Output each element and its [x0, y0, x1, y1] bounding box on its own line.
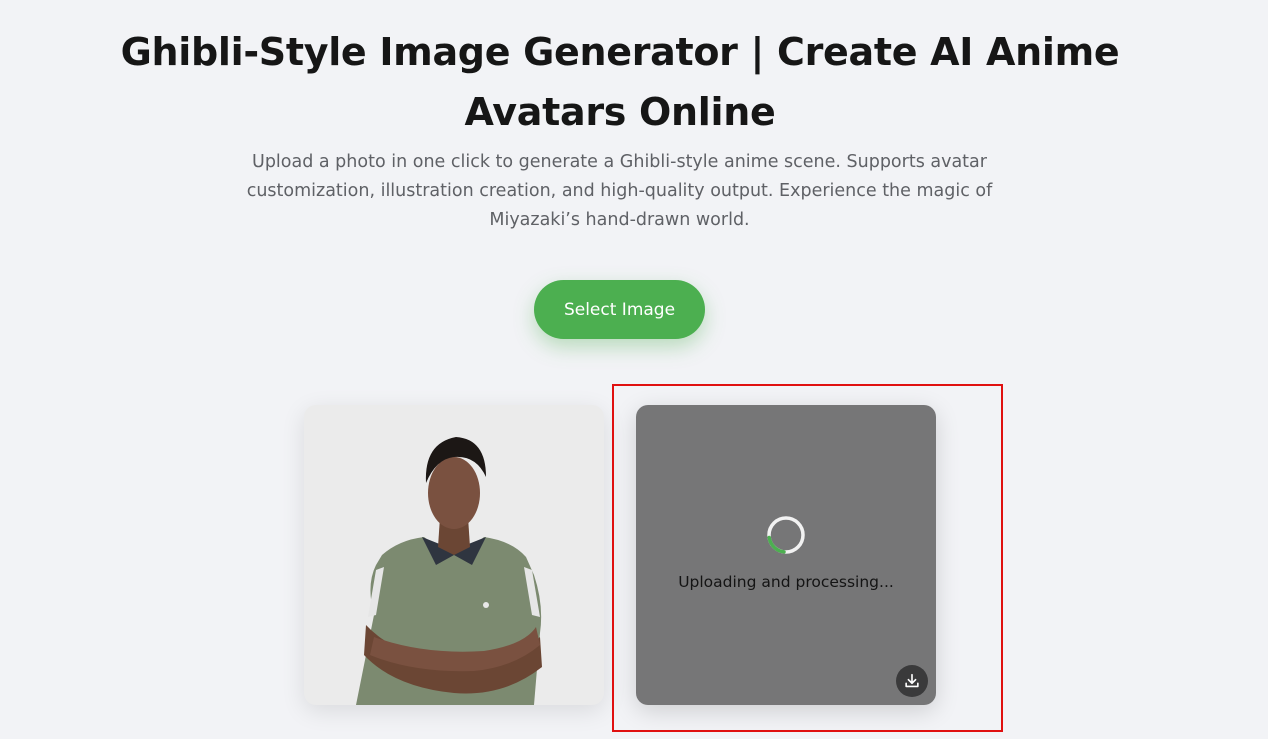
result-card: Uploading and processing... — [636, 405, 936, 705]
download-button[interactable] — [896, 665, 928, 697]
select-image-button[interactable]: Select Image — [534, 280, 705, 339]
page-title: Ghibli-Style Image Generator | Create AI… — [120, 30, 1120, 134]
download-icon — [905, 673, 919, 688]
page-subtitle: Upload a photo in one click to generate … — [246, 152, 993, 230]
loading-spinner-icon — [767, 516, 805, 554]
uploaded-photo — [356, 437, 542, 705]
processing-status-text: Uploading and processing... — [678, 573, 894, 591]
source-image-card — [304, 405, 604, 705]
page: Ghibli-Style Image Generator | Create AI… — [0, 0, 1268, 739]
